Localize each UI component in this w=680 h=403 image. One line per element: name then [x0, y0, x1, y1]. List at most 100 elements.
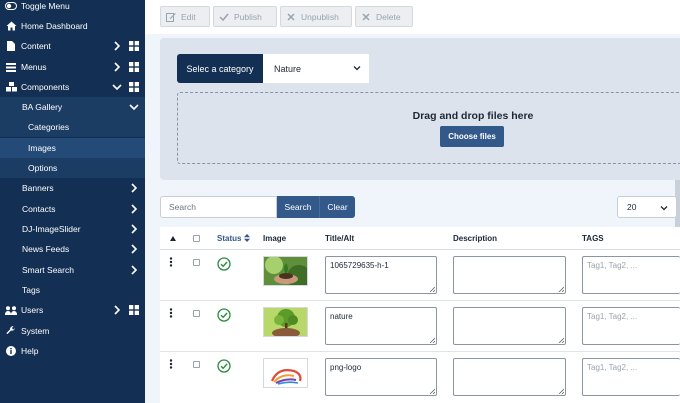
select-all-checkbox[interactable] [193, 235, 200, 242]
sort-asc-icon[interactable] [170, 236, 176, 241]
drag-handle-icon[interactable] [169, 359, 173, 369]
sidebar-item-label: Menus [21, 62, 47, 72]
edit-button[interactable]: Edit [160, 6, 210, 27]
sidebar-item-news-feeds[interactable]: News Feeds [0, 239, 145, 259]
status-header[interactable]: Status [217, 234, 250, 243]
image-thumbnail[interactable] [263, 358, 308, 388]
clear-button[interactable]: Clear [319, 196, 355, 218]
tags-input[interactable]: Tag1, Tag2, ... [582, 307, 680, 345]
drag-handle-icon[interactable] [169, 308, 173, 318]
published-check-icon[interactable] [217, 359, 231, 373]
swirl-logo-image [264, 359, 307, 387]
row-checkbox[interactable] [193, 259, 200, 266]
sidebar-item-ba-gallery[interactable]: BA Gallery [0, 97, 145, 117]
sidebar-item-content[interactable]: Content [0, 36, 145, 56]
file-icon [4, 41, 18, 51]
cubes-icon [4, 82, 18, 92]
sidebar-item-label: Help [21, 346, 39, 356]
category-select[interactable]: Nature [263, 54, 369, 83]
title-textarea[interactable]: png-logo [325, 358, 437, 396]
tree-globe-image [264, 308, 307, 336]
chevron-right-icon[interactable] [129, 204, 139, 214]
chevron-right-icon[interactable] [112, 41, 122, 51]
description-textarea[interactable] [453, 358, 566, 396]
sidebar-item-components[interactable]: Components [0, 77, 145, 97]
chevron-right-icon[interactable] [129, 244, 139, 254]
sidebar-item-dj-imageslider[interactable]: DJ-ImageSlider [0, 219, 145, 239]
drag-handle-icon[interactable] [169, 257, 173, 267]
sidebar-item-label: News Feeds [22, 244, 70, 254]
publish-button[interactable]: Publish [213, 6, 277, 27]
dropzone[interactable]: Drag and drop files here Choose files [177, 92, 680, 164]
chevron-right-icon[interactable] [112, 62, 122, 72]
unpublish-button[interactable]: Unpublish [280, 6, 352, 27]
dashboard-icon[interactable] [129, 62, 139, 72]
chevron-right-icon[interactable] [129, 265, 139, 275]
sidebar-item-label: Images [28, 143, 56, 153]
tags-input[interactable]: Tag1, Tag2, ... [582, 256, 680, 294]
sidebar-item-home-dashboard[interactable]: Home Dashboard [0, 16, 145, 36]
dashboard-icon[interactable] [129, 41, 139, 51]
image-thumbnail[interactable] [263, 256, 308, 286]
sidebar-item-tags[interactable]: Tags [0, 280, 145, 300]
delete-button[interactable]: Delete [355, 6, 413, 27]
resize-handle-icon[interactable] [429, 388, 435, 394]
tags-placeholder: Tag1, Tag2, ... [587, 312, 638, 321]
sidebar-item-options[interactable]: Options [0, 158, 145, 178]
chevron-right-icon[interactable] [112, 305, 122, 315]
upload-panel: Selec a category Nature Drag and drop fi… [160, 38, 680, 180]
tags-header: TAGS [582, 234, 604, 243]
hands-plant-image [264, 257, 307, 285]
sidebar-item-banners[interactable]: Banners [0, 178, 145, 198]
toggle-menu-label: Toggle Menu [21, 1, 70, 11]
description-textarea[interactable] [453, 307, 566, 345]
resize-handle-icon[interactable] [429, 337, 435, 343]
table-row: 1065729635-h-1 Tag1, Tag2, ... [160, 251, 680, 301]
sidebar-item-label: Content [21, 41, 51, 51]
resize-handle-icon[interactable] [558, 388, 564, 394]
tags-placeholder: Tag1, Tag2, ... [587, 363, 638, 372]
times-icon [356, 12, 376, 21]
list-limit-select[interactable]: 20 [617, 196, 677, 218]
search-input[interactable]: Search [160, 196, 277, 218]
sidebar-item-system[interactable]: System [0, 321, 145, 341]
publish-label: Publish [234, 11, 262, 22]
sidebar-item-users[interactable]: Users [0, 300, 145, 320]
times-icon [281, 12, 301, 21]
title-textarea[interactable]: 1065729635-h-1 [325, 256, 437, 294]
resize-handle-icon[interactable] [558, 286, 564, 292]
sidebar-item-categories[interactable]: Categories [0, 117, 145, 137]
description-header: Description [453, 234, 498, 243]
resize-handle-icon[interactable] [429, 286, 435, 292]
chevron-down-icon[interactable] [112, 82, 122, 92]
chevron-right-icon[interactable] [129, 224, 139, 234]
title-textarea[interactable]: nature [325, 307, 437, 345]
sidebar-item-help[interactable]: Help [0, 341, 145, 361]
unpublish-label: Unpublish [301, 11, 339, 22]
sidebar-item-images[interactable]: Images [0, 138, 145, 158]
published-check-icon[interactable] [217, 257, 231, 271]
search-button[interactable]: Search [277, 196, 319, 218]
description-textarea[interactable] [453, 256, 566, 294]
sidebar-item-menus[interactable]: Menus [0, 57, 145, 77]
chevron-down-icon[interactable] [129, 102, 139, 112]
table-header: Status Image Title/Alt Description TAGS [160, 227, 680, 250]
dashboard-icon[interactable] [129, 305, 139, 315]
row-checkbox[interactable] [193, 310, 200, 317]
sidebar-item-smart-search[interactable]: Smart Search [0, 260, 145, 280]
sidebar-item-contacts[interactable]: Contacts [0, 199, 145, 219]
sidebar-item-label: Contacts [22, 204, 56, 214]
tags-input[interactable]: Tag1, Tag2, ... [582, 358, 680, 396]
resize-handle-icon[interactable] [558, 337, 564, 343]
toggle-menu[interactable]: Toggle Menu [0, 0, 145, 16]
image-thumbnail[interactable] [263, 307, 308, 337]
chevron-right-icon[interactable] [129, 183, 139, 193]
sidebar-item-label: Banners [22, 183, 54, 193]
choose-files-button[interactable]: Choose files [440, 126, 504, 147]
sidebar-item-label: Components [21, 82, 70, 92]
row-checkbox[interactable] [193, 361, 200, 368]
tags-placeholder: Tag1, Tag2, ... [587, 261, 638, 270]
sidebar-item-label: Users [21, 305, 44, 315]
dashboard-icon[interactable] [129, 82, 139, 92]
published-check-icon[interactable] [217, 308, 231, 322]
